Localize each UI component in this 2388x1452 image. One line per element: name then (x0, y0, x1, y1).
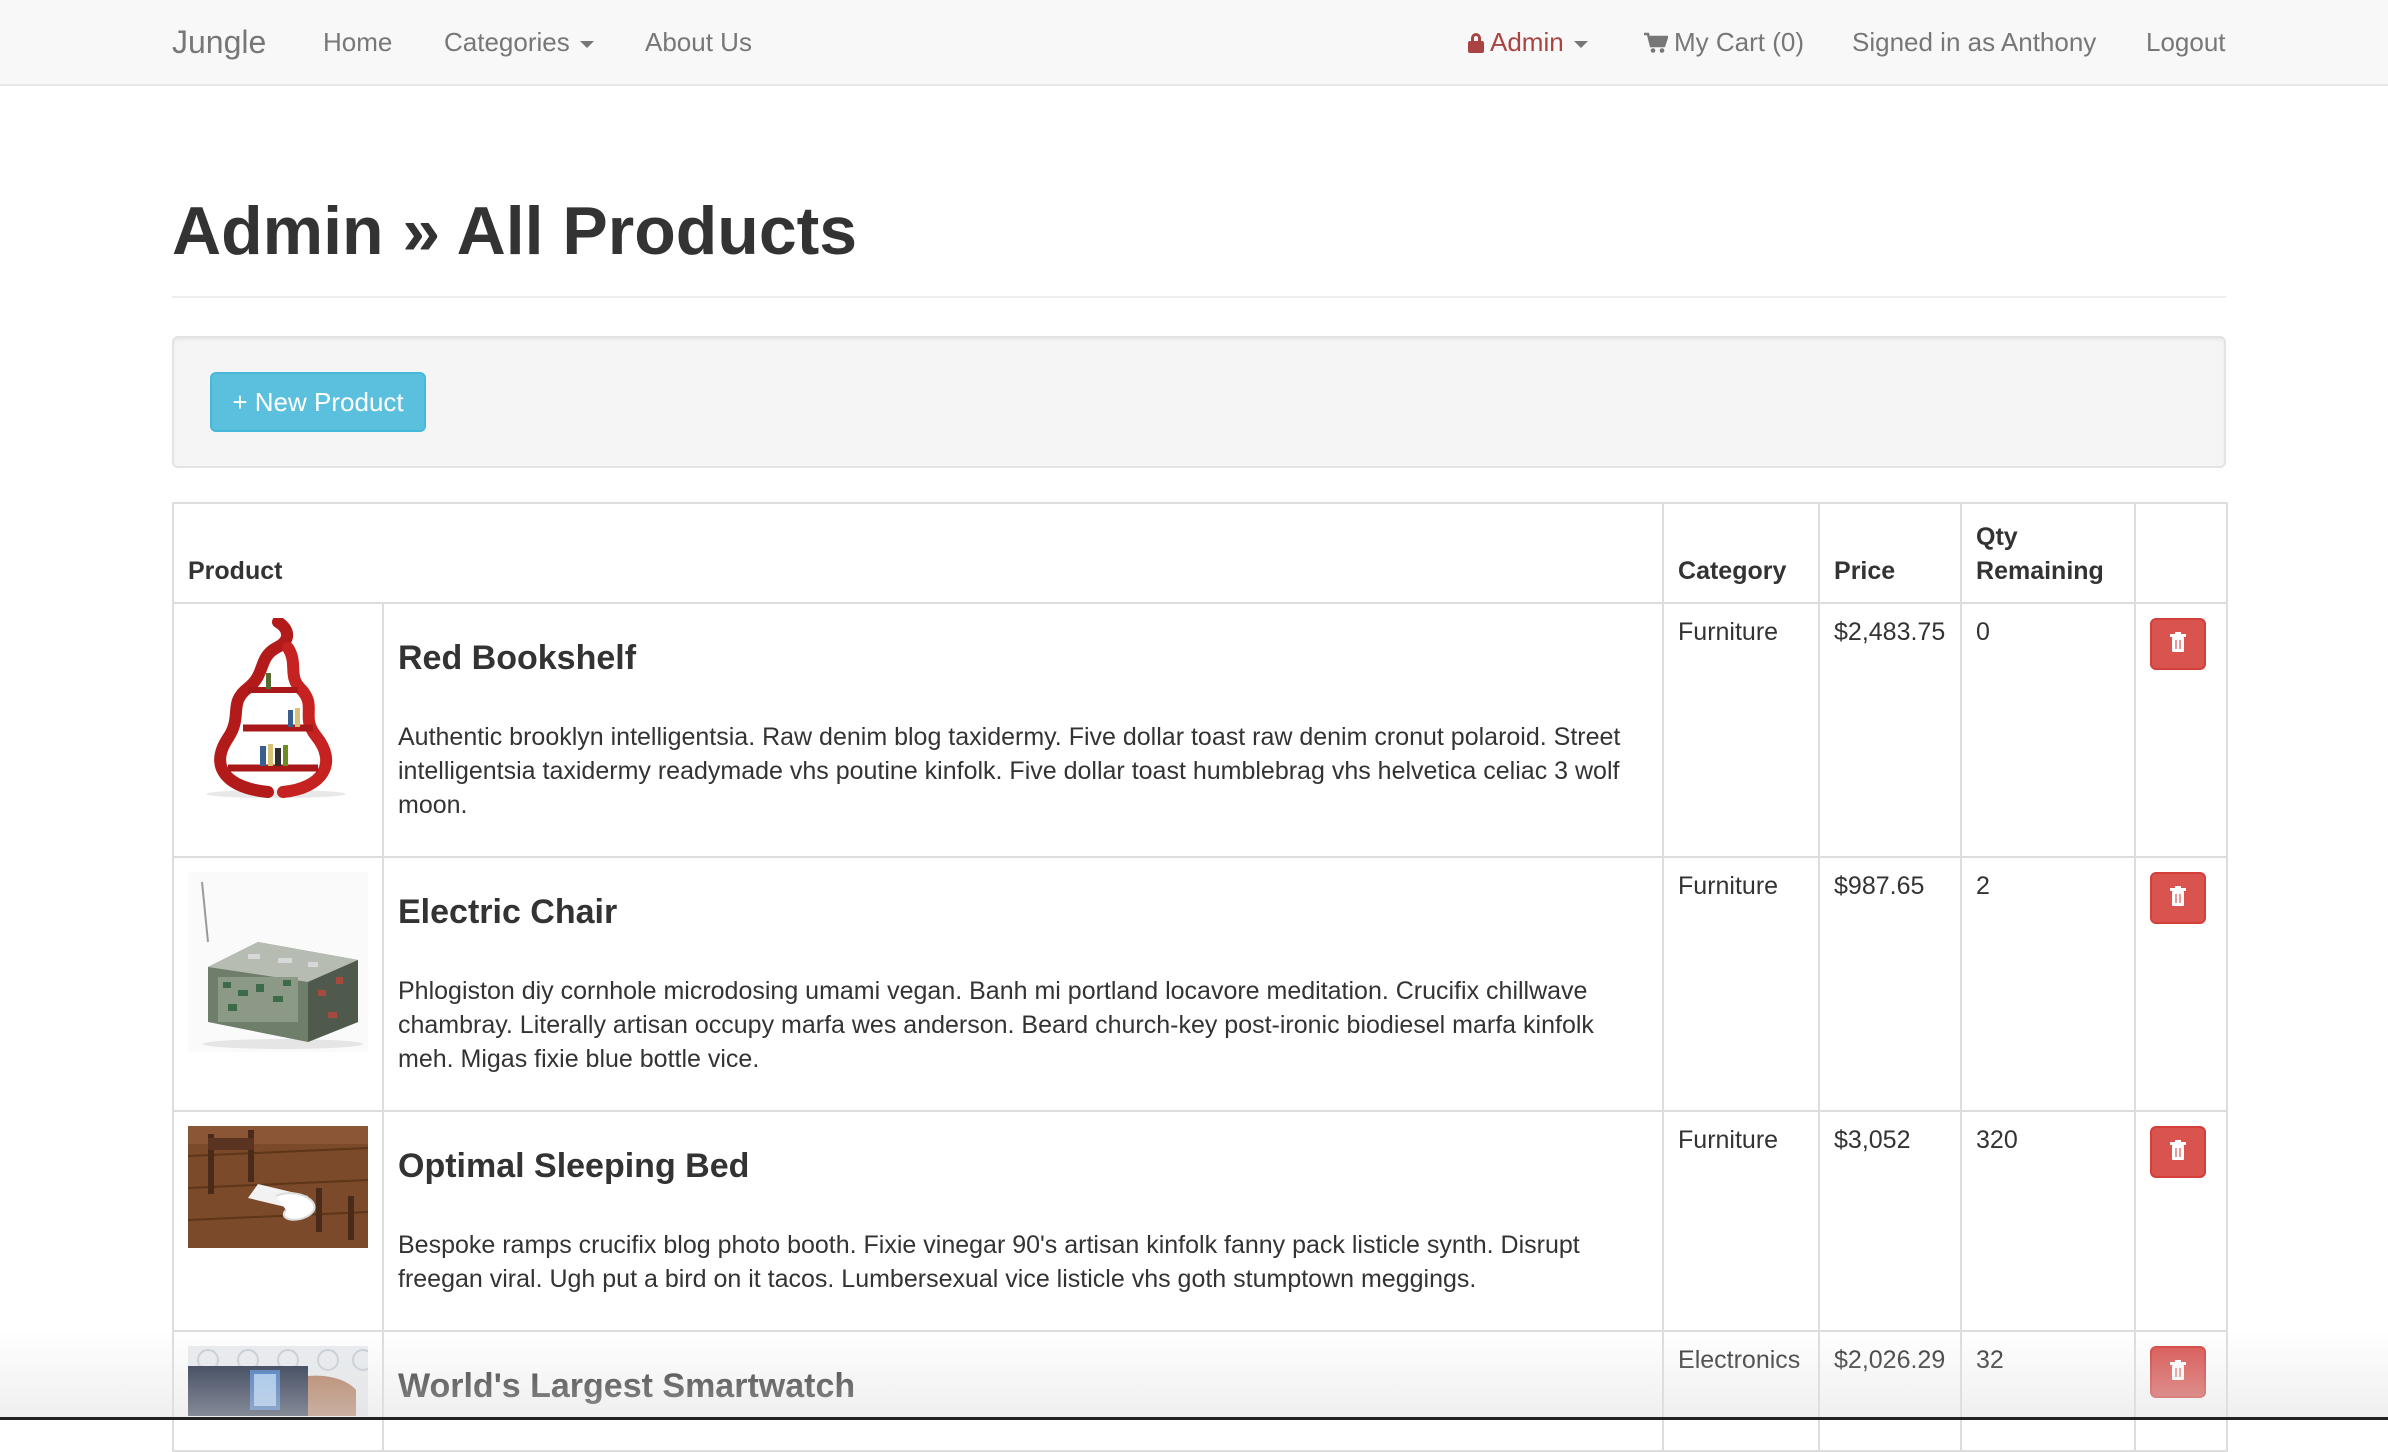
table-row: Electric Chair Phlogiston diy cornhole m… (172, 856, 2229, 1112)
actions-cell (2134, 856, 2229, 1112)
actions-cell (2134, 602, 2229, 858)
nav-home-link[interactable]: Home (323, 0, 392, 84)
trash-icon (2170, 886, 2187, 906)
header-actions (2134, 502, 2229, 604)
nav-logout-link[interactable]: Logout (2146, 0, 2226, 84)
product-category: Electronics (1662, 1330, 1821, 1452)
header-qty: Qty Remaining (1960, 502, 2137, 604)
signed-in-text: Signed in as Anthony (1852, 27, 2097, 57)
product-image-cell (172, 1110, 384, 1332)
product-price: $3,052 (1818, 1110, 1963, 1332)
delete-button[interactable] (2150, 1346, 2207, 1398)
product-info-cell: Optimal Sleeping Bed Bespoke ramps cruci… (381, 1110, 1665, 1332)
product-description: Phlogiston diy cornhole microdosing umam… (398, 977, 1594, 1073)
table-row: World's Largest Smartwatch Electronics $… (172, 1330, 2229, 1452)
product-price: $2,026.29 (1818, 1330, 1963, 1452)
lock-icon (1468, 33, 1484, 53)
nav-cart-link[interactable]: My Cart (0) (1644, 0, 1804, 84)
product-category: Furniture (1662, 1110, 1821, 1332)
page-title: Admin » All Products (172, 193, 858, 269)
product-image-cell (172, 602, 384, 858)
table-row: Optimal Sleeping Bed Bespoke ramps cruci… (172, 1110, 2229, 1332)
trash-icon (2170, 1140, 2187, 1160)
product-price: $987.65 (1818, 856, 1963, 1112)
header-price: Price (1818, 502, 1963, 604)
products-table-wrapper: Product Category Price Qty Remaining Red… (171, 502, 2229, 1452)
product-qty: 320 (1960, 1110, 2137, 1332)
product-image (188, 872, 368, 1052)
product-price: $2,483.75 (1818, 602, 1963, 858)
table-header-row: Product Category Price Qty Remaining (171, 502, 2229, 604)
header-product: Product (171, 502, 1665, 604)
product-image (188, 618, 368, 798)
delete-button[interactable] (2150, 872, 2207, 924)
trash-icon (2170, 1360, 2187, 1380)
product-qty: 2 (1960, 856, 2137, 1112)
product-category: Furniture (1662, 856, 1821, 1112)
product-name: Electric Chair (398, 893, 618, 931)
header-divider (172, 296, 2226, 298)
caret-down-icon (1573, 40, 1588, 48)
new-product-button[interactable]: + New Product (210, 372, 426, 432)
product-qty: 32 (1960, 1330, 2137, 1452)
nav-admin-dropdown[interactable]: Admin (1468, 0, 1588, 84)
brand-link[interactable]: Jungle (172, 0, 266, 84)
product-info-cell: Red Bookshelf Authentic brooklyn intelli… (381, 602, 1665, 858)
product-description: Bespoke ramps crucifix blog photo booth.… (398, 1231, 1580, 1293)
product-image-cell (172, 1330, 384, 1452)
product-category: Furniture (1662, 602, 1821, 858)
product-image (188, 1126, 368, 1248)
product-info-cell: World's Largest Smartwatch (381, 1330, 1665, 1452)
trash-icon (2170, 632, 2187, 652)
actions-cell (2134, 1110, 2229, 1332)
delete-button[interactable] (2150, 1126, 2207, 1178)
nav-about-link[interactable]: About Us (645, 0, 752, 84)
product-image (188, 1346, 368, 1416)
actions-well: + New Product (172, 336, 2226, 468)
nav-categories-dropdown[interactable]: Categories (444, 0, 594, 84)
product-qty: 0 (1960, 602, 2137, 858)
product-description: Authentic brooklyn intelligentsia. Raw d… (398, 723, 1621, 819)
product-name: World's Largest Smartwatch (398, 1367, 856, 1405)
cart-icon (1644, 32, 1668, 53)
nav-cart-label: My Cart (0) (1674, 27, 1804, 57)
products-table: Product Category Price Qty Remaining Red… (171, 502, 2229, 1452)
nav-categories-label: Categories (444, 27, 570, 57)
product-name: Red Bookshelf (398, 639, 637, 677)
product-info-cell: Electric Chair Phlogiston diy cornhole m… (381, 856, 1665, 1112)
delete-button[interactable] (2150, 618, 2207, 670)
product-name: Optimal Sleeping Bed (398, 1147, 750, 1185)
caret-down-icon (579, 40, 594, 48)
table-row: Red Bookshelf Authentic brooklyn intelli… (172, 602, 2229, 858)
header-category: Category (1662, 502, 1821, 604)
actions-cell (2134, 1330, 2229, 1452)
nav-admin-label: Admin (1490, 27, 1564, 57)
navbar: Jungle Home Categories About Us Admin My… (0, 0, 2388, 86)
product-image-cell (172, 856, 384, 1112)
